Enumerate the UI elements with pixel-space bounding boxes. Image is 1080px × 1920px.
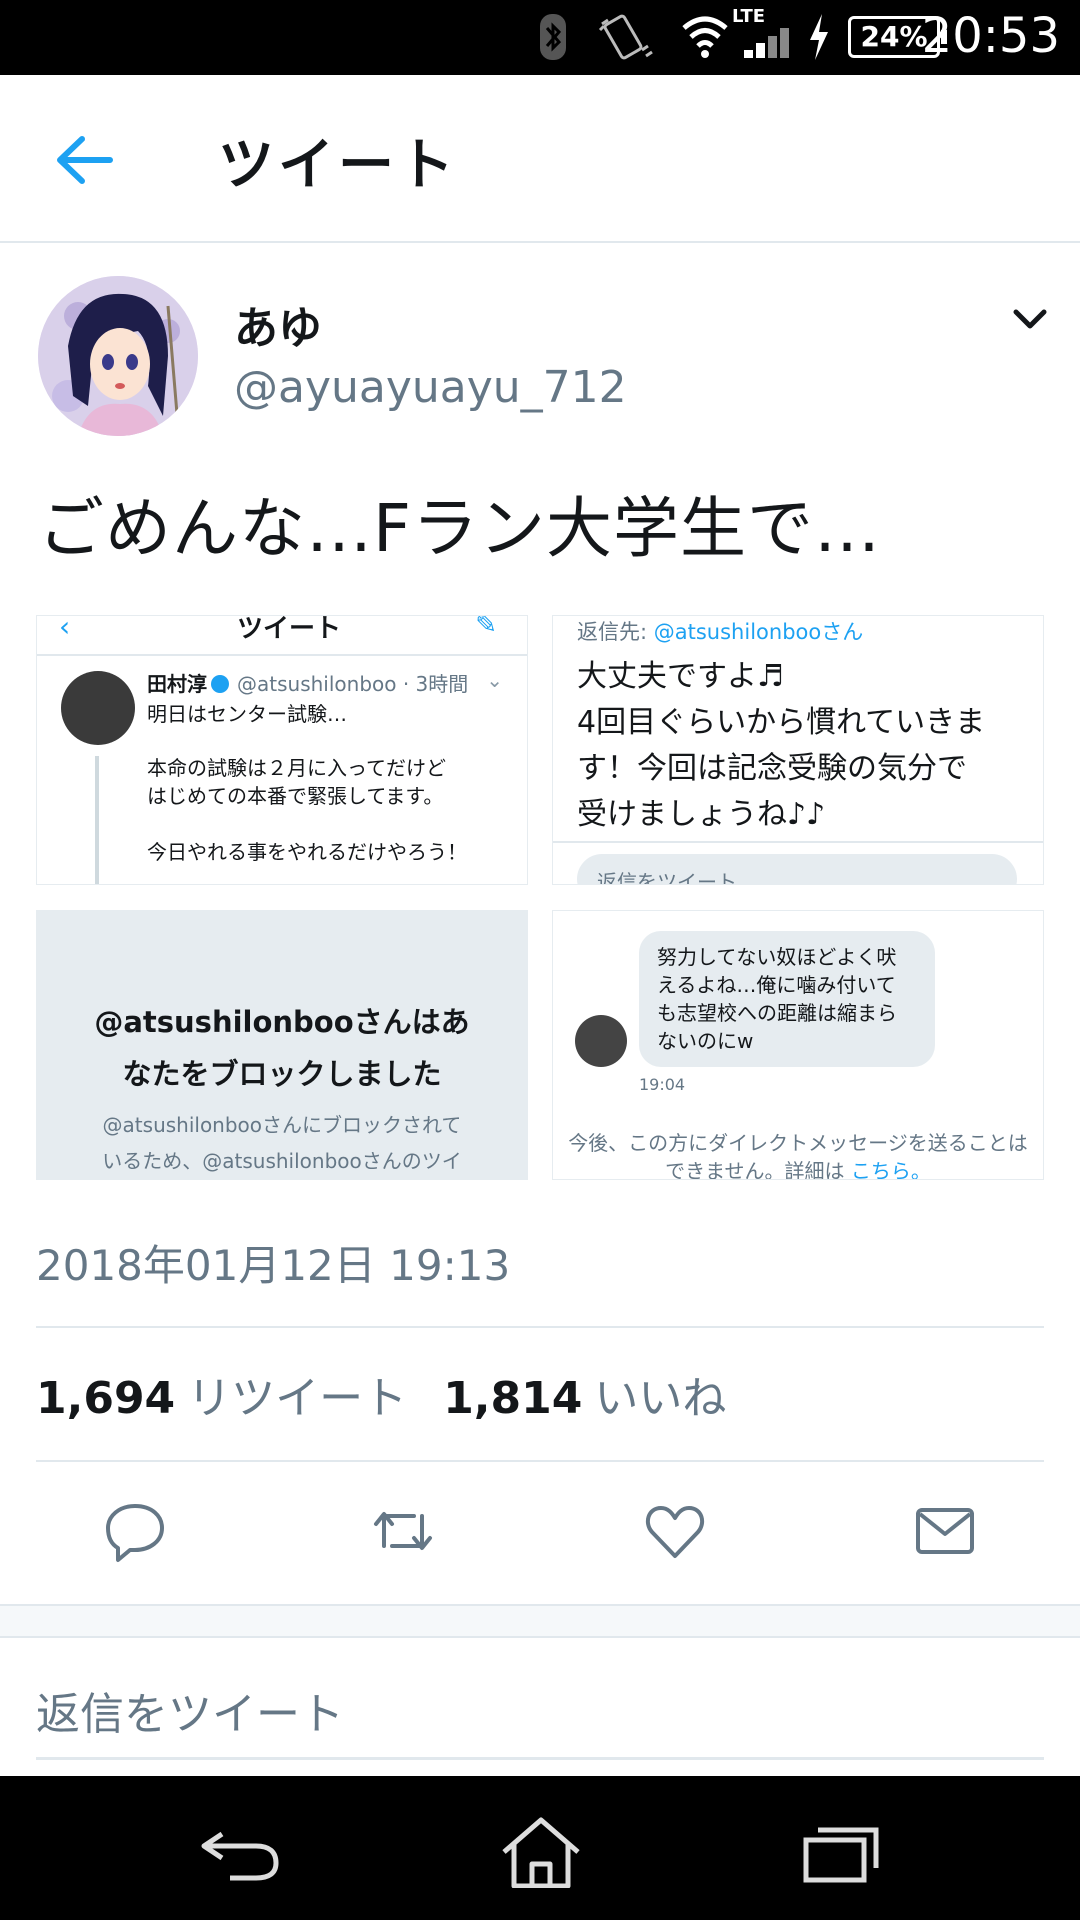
media-image-4[interactable]: 努力してない奴ほどよく吠 えるよね…俺に噛み付いて も志望校への距離は縮まら な… <box>552 910 1044 1180</box>
avatar[interactable] <box>38 276 198 436</box>
dm-avatar <box>575 1015 627 1067</box>
chevron-down-icon: ⌄ <box>486 668 503 692</box>
like-icon[interactable] <box>642 1498 708 1564</box>
reply-input[interactable]: 返信をツイート <box>36 1678 1044 1760</box>
retweet-count[interactable]: 1,694 <box>36 1373 175 1424</box>
like-count[interactable]: 1,814 <box>443 1373 582 1424</box>
tweet-text: ごめんな…Fラン大学生で… <box>38 490 881 567</box>
divider <box>36 1326 1044 1328</box>
page-title: ツイート <box>218 133 458 198</box>
like-label[interactable]: いいね <box>594 1373 726 1424</box>
chevron-down-icon[interactable] <box>1010 302 1050 338</box>
nav-home-icon[interactable] <box>496 1816 586 1888</box>
reply-body: 大丈夫ですよ♬ 4回目ぐらいから慣れていきま す！今回は記念受験の気分で 受けま… <box>577 659 986 832</box>
direct-message-icon[interactable] <box>912 1498 978 1564</box>
system-nav-bar <box>0 1776 1080 1920</box>
vibrate-icon <box>598 14 653 60</box>
dm-notice: 今後、この方にダイレクトメッセージを送ることは できません。詳細は こちら。 <box>568 1131 1028 1180</box>
verified-badge-icon <box>211 675 229 693</box>
media-image-1[interactable]: ‹ ツイート ✎ 田村淳 @atsushilonboo · 3時間 ⌄ 明日はセ… <box>36 615 528 885</box>
back-arrow-icon[interactable] <box>52 125 122 195</box>
screenshot-reply-box: 返信をツイート <box>577 854 1017 884</box>
network-label: LTE <box>732 6 766 27</box>
status-bar: LTE 24% 20:53 <box>0 0 1080 75</box>
tweet-timestamp: 2018年01月12日 19:13 <box>36 1241 511 1290</box>
screenshot-line: 明日はセンター試験… <box>147 702 347 726</box>
divider <box>36 1460 1044 1462</box>
dm-time: 19:04 <box>639 1075 686 1094</box>
blocked-title: @atsushilonbooさんはあ なたをブロックしました <box>94 1005 470 1091</box>
reply-icon[interactable] <box>102 1498 168 1564</box>
charging-icon <box>810 14 828 60</box>
wifi-icon <box>682 16 728 58</box>
screenshot-title: ツイート <box>237 615 342 644</box>
signal-icon <box>744 28 789 58</box>
screenshot-name: 田村淳 <box>147 668 229 697</box>
compose-icon: ✎ <box>475 615 497 640</box>
nav-back-icon[interactable] <box>196 1816 286 1888</box>
thread-line <box>95 756 99 884</box>
screenshot-line: はじめての本番で緊張してます。 <box>147 784 444 808</box>
display-name[interactable]: あゆ <box>234 292 322 356</box>
screenshot-line: 本命の試験は２月に入ってだけど <box>147 756 446 780</box>
app-header: ツイート <box>0 75 1080 243</box>
blocked-subtitle: @atsushilonbooさんにブロックされて いるため、@atsushilo… <box>102 1113 462 1173</box>
screenshot-line: 今日やれる事をやれるだけやろう！ <box>147 840 467 864</box>
media-image-2[interactable]: 返信先: @atsushilonbooさん 大丈夫ですよ♬ 4回目ぐらいから慣れ… <box>552 615 1044 885</box>
media-image-3[interactable]: @atsushilonbooさんはあ なたをブロックしました @atsushil… <box>36 910 528 1180</box>
chevron-left-icon: ‹ <box>59 615 71 643</box>
nav-recents-icon[interactable] <box>796 1816 886 1888</box>
bluetooth-icon <box>540 14 566 60</box>
retweet-icon[interactable] <box>370 1498 436 1564</box>
retweet-label[interactable]: リツイート <box>187 1373 407 1424</box>
screenshot-header: ‹ ツイート ✎ <box>37 616 527 656</box>
divider <box>553 841 1043 843</box>
clock: 20:53 <box>921 8 1060 64</box>
engagement-stats[interactable]: 1,694 リツイート 1,814 いいね <box>36 1362 762 1426</box>
dm-bubble: 努力してない奴ほどよく吠 えるよね…俺に噛み付いて も志望校への距離は縮まら な… <box>639 931 935 1067</box>
section-separator <box>0 1604 1080 1638</box>
action-bar <box>0 1498 1080 1568</box>
screenshot-avatar <box>61 671 135 745</box>
screenshot-meta: @atsushilonboo · 3時間 <box>237 672 469 696</box>
reply-to-label: 返信先: @atsushilonbooさん <box>577 620 864 644</box>
user-handle[interactable]: @ayuayuayu_712 <box>234 362 627 413</box>
